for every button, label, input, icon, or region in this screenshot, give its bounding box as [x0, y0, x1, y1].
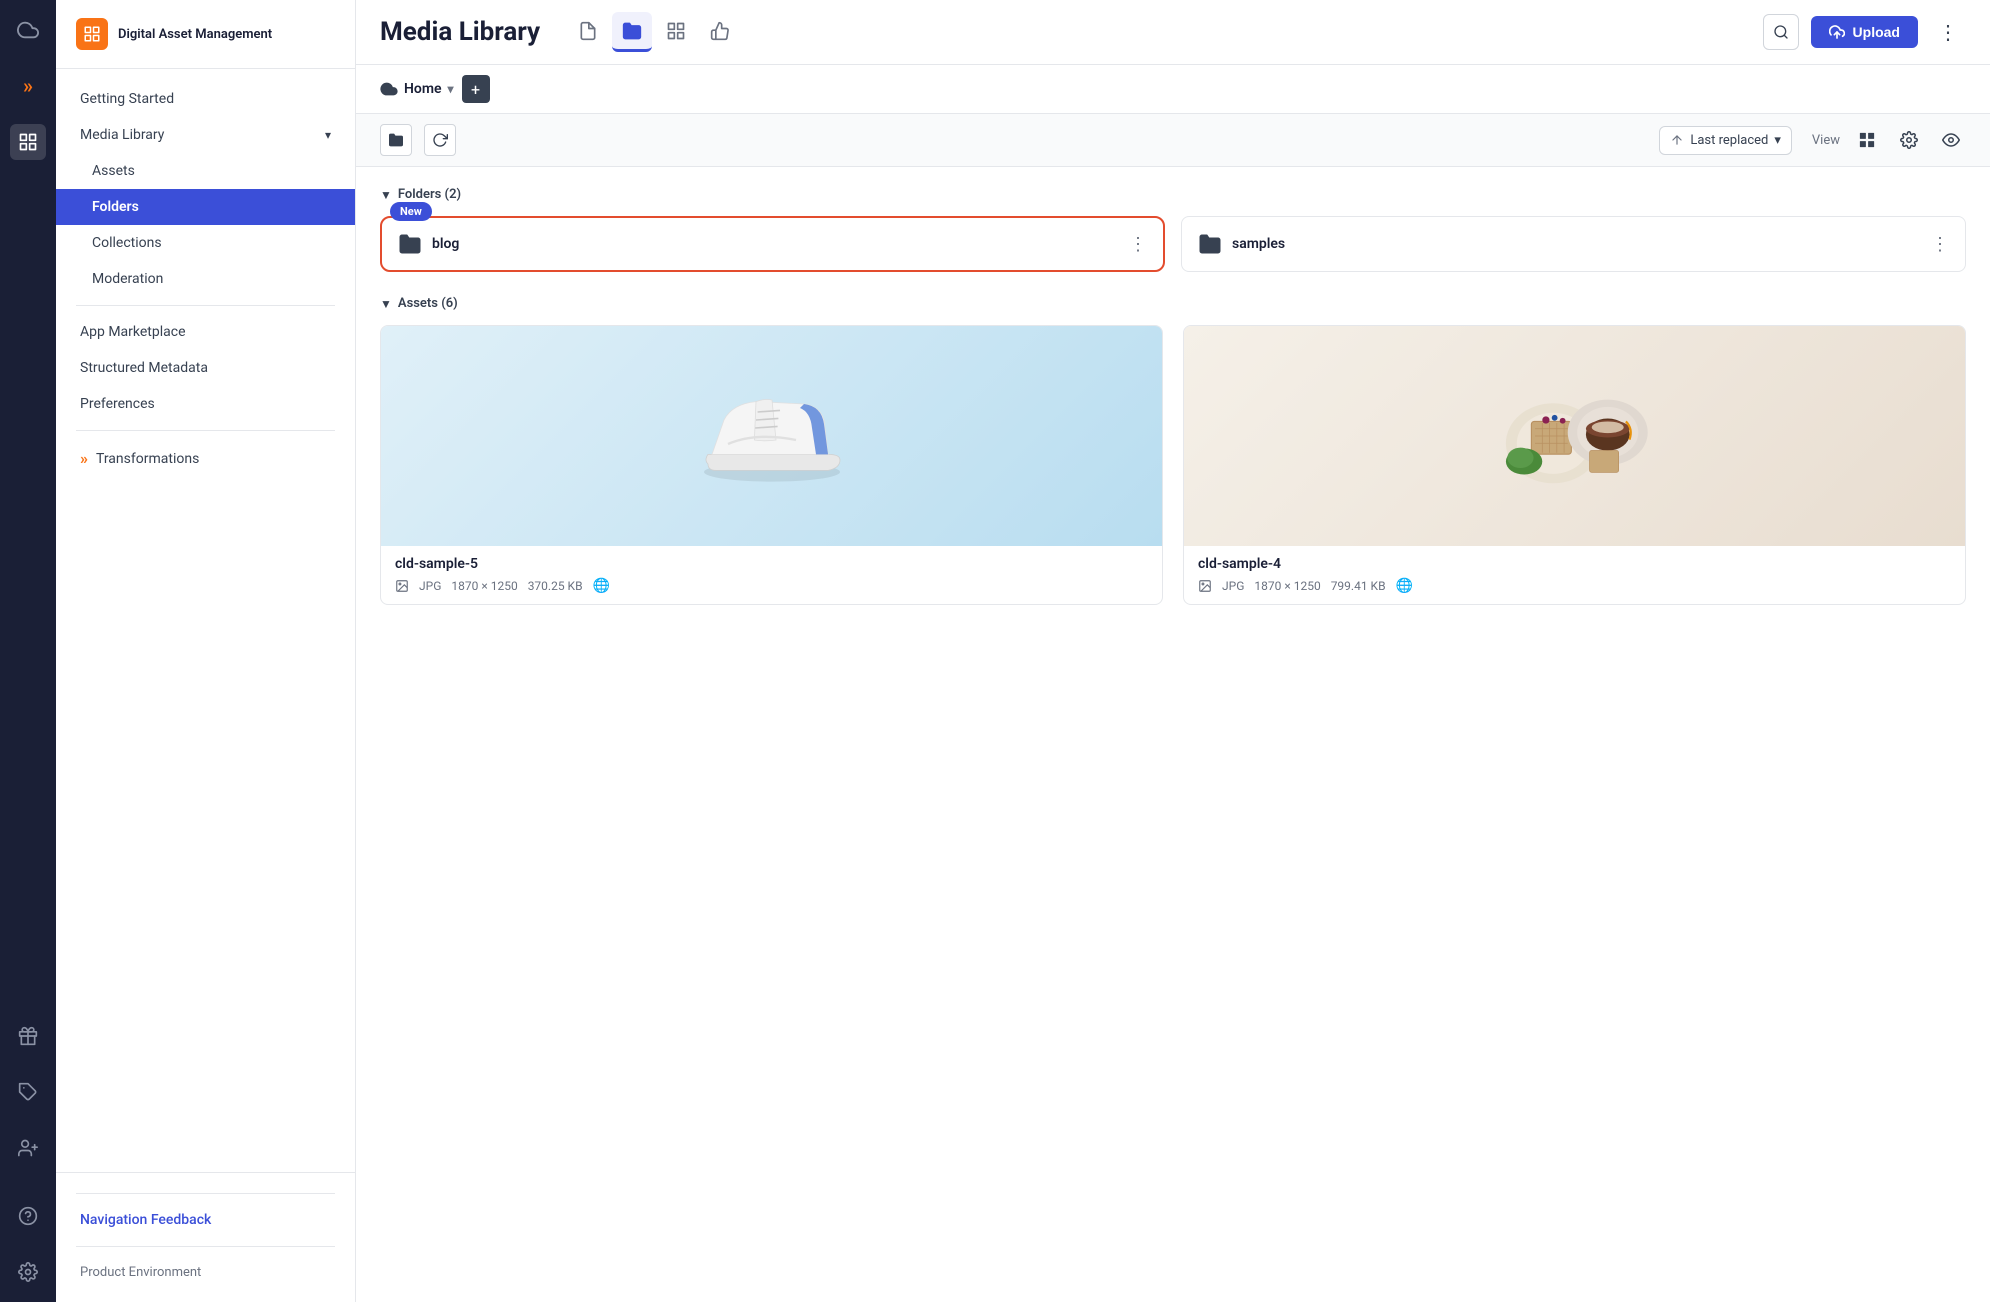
sidebar-feedback-link[interactable]: Navigation Feedback — [56, 1202, 355, 1238]
folder-blog-more[interactable]: ⋮ — [1129, 234, 1147, 255]
cloud-icon[interactable] — [10, 12, 46, 48]
globe-icon: 🌐 — [593, 578, 610, 594]
breadcrumb-home[interactable]: Home ▾ — [380, 80, 454, 98]
topbar-actions: Upload ⋮ — [1763, 14, 1966, 50]
media-library-chevron: ▾ — [325, 128, 331, 142]
folders-chevron: ▼ — [380, 188, 392, 202]
topbar-tabs — [568, 12, 740, 52]
page-title: Media Library — [380, 17, 540, 47]
icon-rail: » — [0, 0, 56, 1302]
sidebar-divider-bottom — [76, 1193, 335, 1194]
asset-size-2: 799.41 KB — [1331, 579, 1386, 593]
folder-blog-wrapper: New blog ⋮ — [380, 216, 1165, 272]
assets-section-header: ▼ Assets (6) — [380, 296, 1966, 311]
double-arrow-icon[interactable]: » — [10, 68, 46, 104]
gift-icon[interactable] — [10, 1018, 46, 1054]
view-label: View — [1812, 133, 1840, 148]
asset-type-icon-2 — [1198, 579, 1212, 593]
folders-section-header: ▼ Folders (2) — [380, 187, 1966, 202]
assets-section-label: Assets (6) — [398, 296, 458, 311]
dam-icon[interactable] — [10, 124, 46, 160]
asset-cld-sample-4[interactable]: cld-sample-4 JPG 1870 × 1250 799.41 KB 🌐 — [1183, 325, 1966, 605]
sidebar-item-structured-metadata[interactable]: Structured Metadata — [56, 350, 355, 386]
sidebar-divider-2 — [76, 430, 335, 431]
new-folder-button[interactable] — [380, 124, 412, 156]
tab-moderation[interactable] — [700, 12, 740, 52]
asset-cld-sample-5[interactable]: cld-sample-5 JPG 1870 × 1250 370.25 KB 🌐 — [380, 325, 1163, 605]
sidebar-item-assets[interactable]: Assets — [56, 153, 355, 189]
asset-type-label: JPG — [419, 579, 441, 593]
content-area: ▼ Folders (2) New blog ⋮ samp — [356, 167, 1990, 1302]
sidebar: Digital Asset Management Getting Started… — [56, 0, 356, 1302]
asset-thumb-food — [1184, 326, 1965, 546]
asset-dimensions-2: 1870 × 1250 — [1254, 579, 1320, 593]
asset-type-icon — [395, 579, 409, 593]
asset-dimensions: 1870 × 1250 — [451, 579, 517, 593]
sidebar-item-moderation[interactable]: Moderation — [56, 261, 355, 297]
refresh-button[interactable] — [424, 124, 456, 156]
breadcrumb-add-button[interactable]: + — [462, 75, 490, 103]
sort-dropdown[interactable]: Last replaced ▾ — [1659, 126, 1792, 155]
folders-section-label: Folders (2) — [398, 187, 461, 202]
sidebar-title: Digital Asset Management — [118, 27, 272, 42]
folder-samples-more[interactable]: ⋮ — [1931, 234, 1949, 255]
help-icon[interactable] — [10, 1198, 46, 1234]
breadcrumb-bar: Home ▾ + — [356, 65, 1990, 114]
sidebar-item-transformations[interactable]: » Transformations — [56, 439, 355, 478]
folder-samples[interactable]: samples ⋮ — [1181, 216, 1966, 272]
sidebar-header: Digital Asset Management — [56, 0, 355, 69]
user-add-icon[interactable] — [10, 1130, 46, 1166]
dam-sidebar-icon — [76, 18, 108, 50]
globe-icon-2: 🌐 — [1396, 578, 1413, 594]
sidebar-item-app-marketplace[interactable]: App Marketplace — [56, 314, 355, 350]
folder-blog-name: blog — [432, 236, 1119, 252]
toolbar: Last replaced ▾ View — [356, 114, 1990, 167]
upload-button[interactable]: Upload — [1811, 16, 1918, 48]
tab-collection[interactable] — [656, 12, 696, 52]
sidebar-bottom: Navigation Feedback Product Environment — [56, 1172, 355, 1302]
folder-samples-name: samples — [1232, 236, 1921, 252]
new-badge: New — [390, 202, 432, 221]
visibility-button[interactable] — [1936, 125, 1966, 155]
folder-blog[interactable]: blog ⋮ — [380, 216, 1165, 272]
asset-cld-sample-4-name: cld-sample-4 — [1198, 556, 1951, 572]
sort-label: Last replaced — [1690, 133, 1768, 148]
tab-folder[interactable] — [612, 12, 652, 52]
asset-thumb-shoe — [381, 326, 1162, 546]
sidebar-divider-product — [76, 1246, 335, 1247]
sidebar-item-getting-started[interactable]: Getting Started — [56, 81, 355, 117]
puzzle-icon[interactable] — [10, 1074, 46, 1110]
sidebar-item-collections[interactable]: Collections — [56, 225, 355, 261]
asset-size: 370.25 KB — [528, 579, 583, 593]
asset-cld-sample-5-name: cld-sample-5 — [395, 556, 1148, 572]
asset-cld-sample-4-info: cld-sample-4 JPG 1870 × 1250 799.41 KB 🌐 — [1184, 546, 1965, 604]
view-settings-button[interactable] — [1894, 125, 1924, 155]
sidebar-item-product-env[interactable]: Product Environment — [56, 1255, 355, 1290]
asset-cld-sample-4-meta: JPG 1870 × 1250 799.41 KB 🌐 — [1198, 578, 1951, 594]
asset-type-label-2: JPG — [1222, 579, 1244, 593]
tab-file[interactable] — [568, 12, 608, 52]
sidebar-item-media-library[interactable]: Media Library ▾ — [56, 117, 355, 153]
sidebar-item-folders[interactable]: Folders — [56, 189, 355, 225]
sidebar-nav: Getting Started Media Library ▾ Assets F… — [56, 69, 355, 1172]
breadcrumb-chevron: ▾ — [448, 82, 454, 96]
sidebar-divider-1 — [76, 305, 335, 306]
sidebar-item-preferences[interactable]: Preferences — [56, 386, 355, 422]
search-button[interactable] — [1763, 14, 1799, 50]
view-grid-button[interactable] — [1852, 125, 1882, 155]
folders-grid: New blog ⋮ samples ⋮ — [380, 216, 1966, 272]
settings-icon[interactable] — [10, 1254, 46, 1290]
sort-chevron: ▾ — [1774, 133, 1781, 148]
topbar: Media Library — [356, 0, 1990, 65]
main-content: Media Library — [356, 0, 1990, 1302]
asset-cld-sample-5-meta: JPG 1870 × 1250 370.25 KB 🌐 — [395, 578, 1148, 594]
transformations-icon: » — [80, 449, 88, 468]
assets-grid: cld-sample-5 JPG 1870 × 1250 370.25 KB 🌐 — [380, 325, 1966, 605]
assets-chevron: ▼ — [380, 297, 392, 311]
more-options-button[interactable]: ⋮ — [1930, 14, 1966, 50]
asset-cld-sample-5-info: cld-sample-5 JPG 1870 × 1250 370.25 KB 🌐 — [381, 546, 1162, 604]
